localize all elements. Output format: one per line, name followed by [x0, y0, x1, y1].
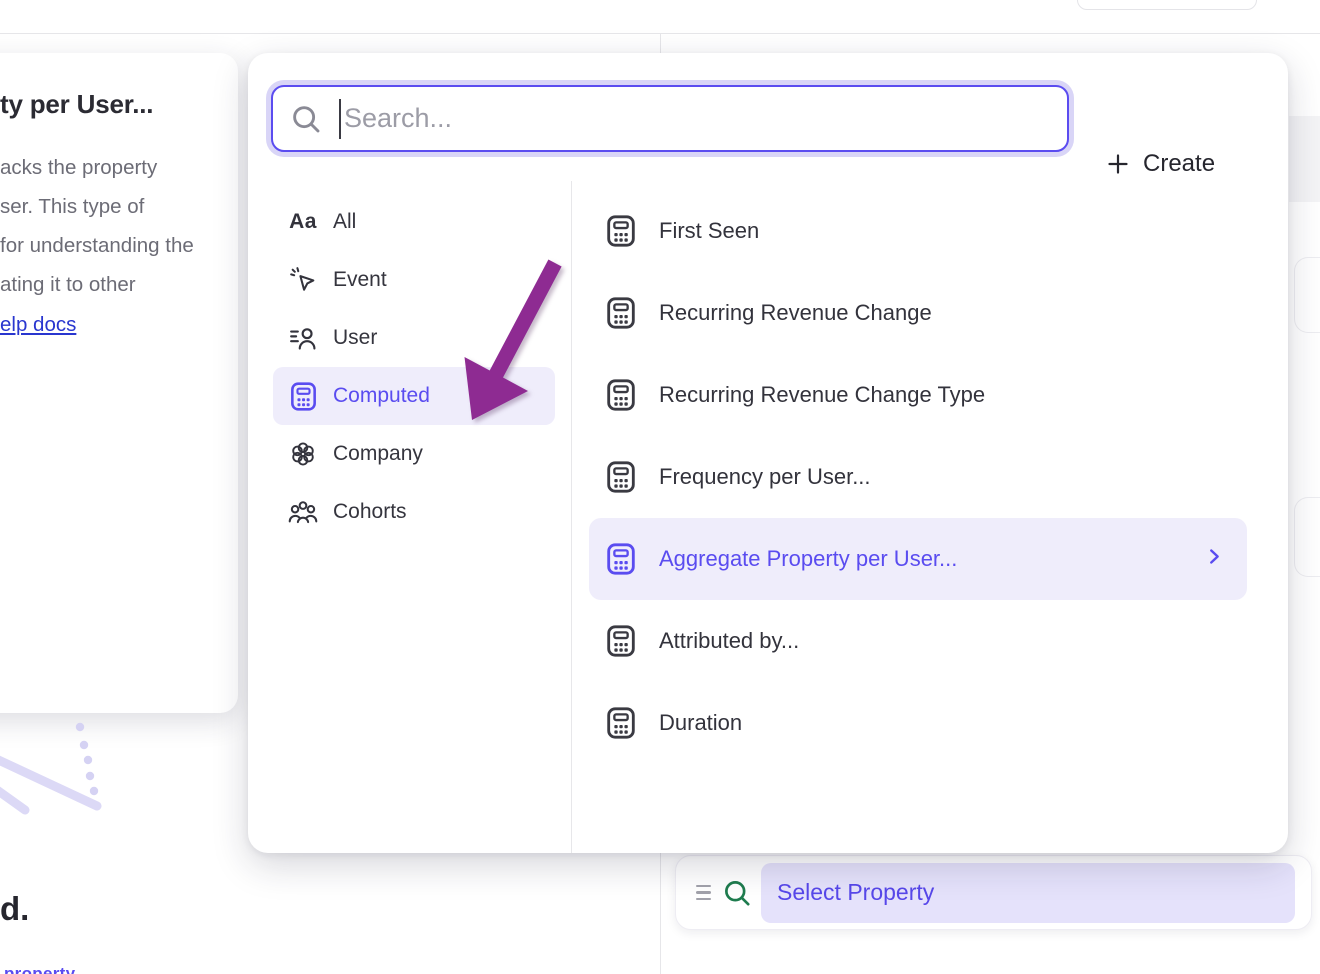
- list-item-recurring-revenue-change[interactable]: Recurring Revenue Change: [589, 272, 1247, 354]
- page-heading-fragment: d.: [0, 890, 29, 928]
- calculator-icon: [605, 379, 637, 411]
- property-search-icon: [723, 879, 751, 907]
- list-item-attributed-by[interactable]: Attributed by...: [589, 600, 1247, 682]
- chevron-right-icon: [1203, 546, 1225, 573]
- calculator-icon: [605, 707, 637, 739]
- property-description-tooltip: ty per User... acks the property ser. Th…: [0, 53, 238, 713]
- cursor-click-icon: [287, 266, 319, 294]
- create-button[interactable]: Create: [1106, 141, 1215, 187]
- search-focus-ring: [266, 80, 1074, 157]
- list-item-first-seen[interactable]: First Seen: [589, 190, 1247, 272]
- background-partial-button[interactable]: [1077, 0, 1257, 10]
- select-property-dropdown[interactable]: Select Property: [761, 863, 1295, 923]
- sidebar-item-label: All: [333, 210, 356, 234]
- help-docs-link[interactable]: elp docs: [0, 305, 76, 344]
- background-card-edge: [1294, 497, 1320, 577]
- tooltip-body-line: for understanding the: [0, 226, 230, 265]
- tooltip-body-line: ating it to other: [0, 265, 230, 304]
- sidebar-item-cohorts[interactable]: Cohorts: [273, 483, 555, 541]
- list-item-label: Recurring Revenue Change Type: [659, 382, 985, 408]
- search-input[interactable]: [341, 103, 1067, 134]
- calculator-icon: [605, 543, 637, 575]
- cohorts-people-icon: [287, 500, 319, 524]
- calculator-icon: [287, 382, 319, 411]
- text-format-icon: Aa: [287, 210, 319, 234]
- select-property-label: Select Property: [777, 879, 934, 906]
- list-item-label: Frequency per User...: [659, 464, 871, 490]
- background-card-edge: [1294, 257, 1320, 333]
- tooltip-body-line: ser. This type of: [0, 187, 230, 226]
- screen: ty per User... acks the property ser. Th…: [0, 0, 1320, 974]
- list-item-label: First Seen: [659, 218, 759, 244]
- sidebar-item-label: Event: [333, 268, 387, 292]
- list-item-label: Attributed by...: [659, 628, 799, 654]
- search-icon: [291, 104, 321, 134]
- background-panel-strip: [1289, 116, 1320, 202]
- sidebar-item-label: Computed: [333, 384, 430, 408]
- search-field[interactable]: [271, 85, 1069, 152]
- property-list: First Seen Recurring Revenue Change Recu…: [589, 190, 1247, 764]
- drag-handle-icon[interactable]: [696, 885, 711, 901]
- sidebar-item-label: Company: [333, 442, 423, 466]
- plus-icon: [1106, 152, 1130, 176]
- calculator-icon: [605, 625, 637, 657]
- user-list-icon: [287, 326, 319, 350]
- bottom-link-fragment[interactable]: property: [4, 964, 75, 974]
- list-item-label: Aggregate Property per User...: [659, 546, 957, 572]
- list-item-duration[interactable]: Duration: [589, 682, 1247, 764]
- create-button-label: Create: [1143, 150, 1215, 178]
- company-cluster-icon: [287, 440, 319, 468]
- sidebar-item-label: Cohorts: [333, 500, 407, 524]
- calculator-icon: [605, 461, 637, 493]
- list-item-frequency-per-user[interactable]: Frequency per User...: [589, 436, 1247, 518]
- tooltip-title: ty per User...: [0, 89, 230, 120]
- calculator-icon: [605, 215, 637, 247]
- decorative-chart-illustration: [0, 712, 120, 824]
- tooltip-body: acks the property ser. This type of for …: [0, 148, 230, 344]
- list-item-label: Recurring Revenue Change: [659, 300, 932, 326]
- sidebar-item-label: User: [333, 326, 377, 350]
- calculator-icon: [605, 297, 637, 329]
- annotation-arrow: [430, 240, 590, 440]
- select-property-card: Select Property: [675, 855, 1312, 930]
- list-item-label: Duration: [659, 710, 742, 736]
- list-item-aggregate-property-per-user[interactable]: Aggregate Property per User...: [589, 518, 1247, 600]
- list-item-recurring-revenue-change-type[interactable]: Recurring Revenue Change Type: [589, 354, 1247, 436]
- tooltip-body-line: acks the property: [0, 148, 230, 187]
- property-picker-modal: Create Aa All: [248, 53, 1288, 853]
